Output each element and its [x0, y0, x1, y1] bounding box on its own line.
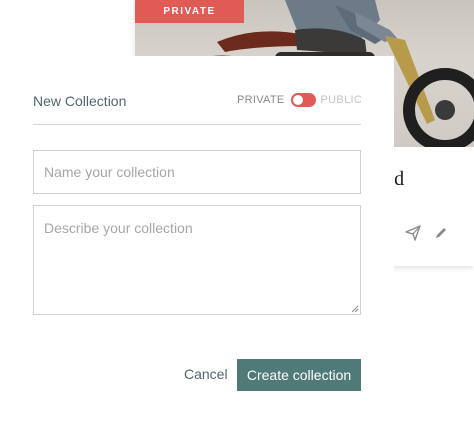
private-label: PRIVATE	[237, 94, 285, 106]
privacy-switch[interactable]	[290, 93, 316, 107]
private-badge: PRIVATE	[135, 0, 244, 23]
public-label: PUBLIC	[320, 94, 363, 106]
resize-handle-icon[interactable]	[351, 305, 359, 313]
switch-knob	[292, 95, 303, 105]
collection-description-input[interactable]	[33, 205, 361, 315]
edit-icon[interactable]	[434, 226, 448, 240]
create-collection-button[interactable]: Create collection	[237, 359, 361, 391]
new-collection-modal: New Collection PRIVATE PUBLIC Cancel Cre…	[0, 56, 394, 426]
send-icon[interactable]	[405, 225, 421, 241]
header-divider	[33, 124, 361, 125]
cancel-button[interactable]: Cancel	[184, 366, 228, 382]
visibility-toggle[interactable]: PRIVATE PUBLIC	[237, 92, 362, 108]
modal-title: New Collection	[33, 93, 127, 109]
collection-name-input[interactable]	[33, 150, 361, 194]
